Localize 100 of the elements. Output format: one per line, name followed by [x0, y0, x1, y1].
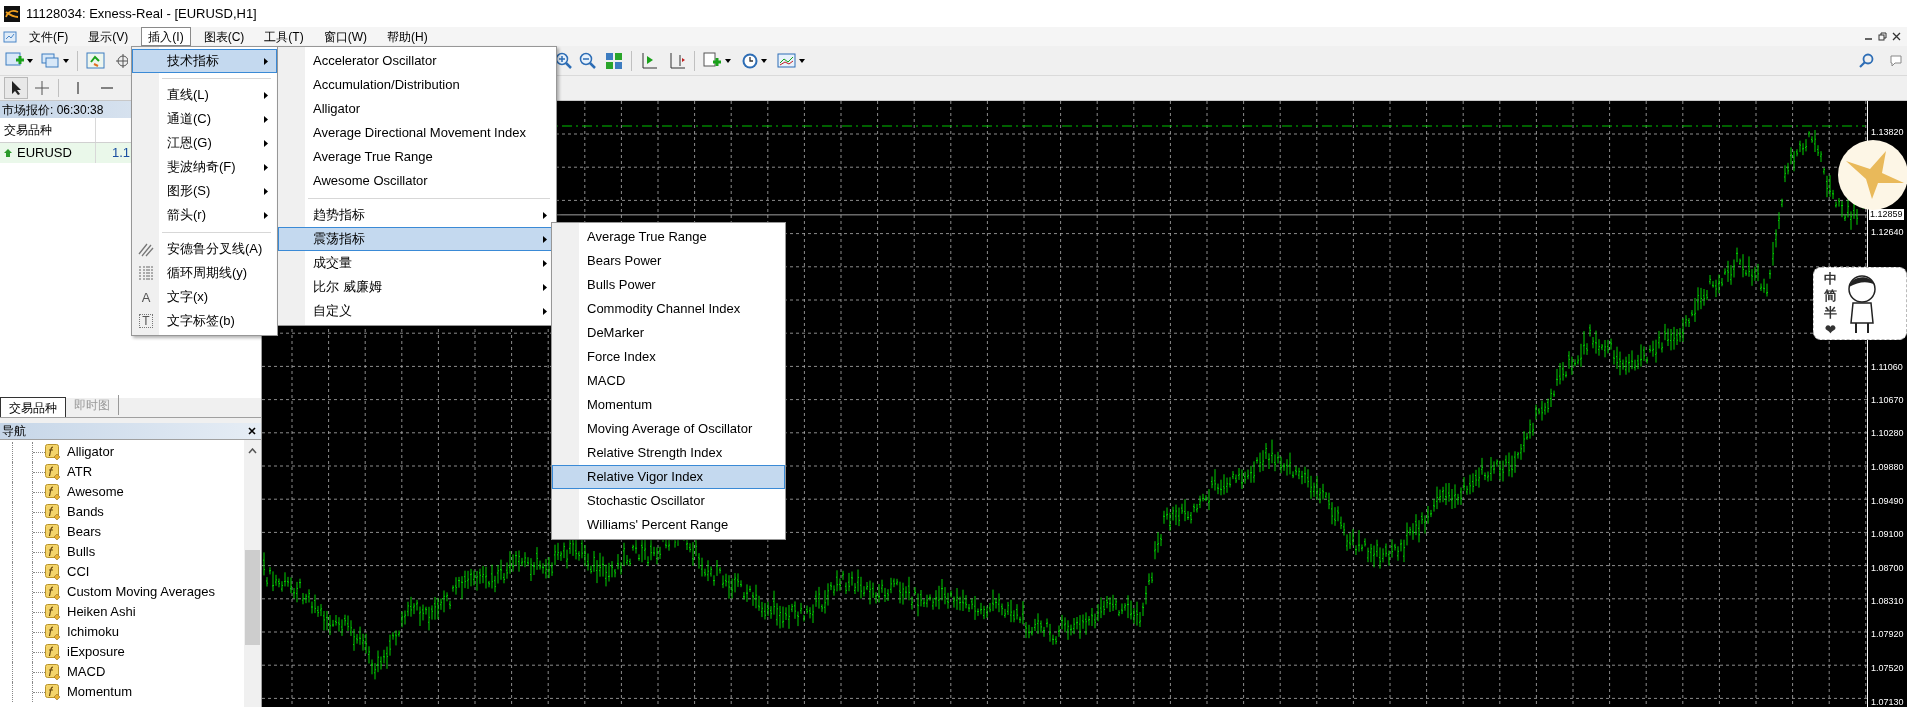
search-icon[interactable] [1859, 52, 1875, 69]
menu-bar-item[interactable]: 帮助(H) [380, 27, 435, 46]
caret-icon[interactable] [761, 58, 767, 63]
function-icon [45, 624, 61, 640]
menu-item[interactable]: 趋势指标 [278, 203, 556, 227]
submenu-arrow-icon [264, 139, 268, 147]
navigator-item[interactable]: Bears [67, 522, 101, 542]
menu-item[interactable]: T 文字标签(b) [132, 309, 277, 333]
menu-item[interactable]: Bears Power [552, 249, 785, 273]
ime-button[interactable]: ❤ [1825, 320, 1836, 338]
caret-icon[interactable] [799, 58, 805, 63]
menu-item[interactable]: Force Index [552, 345, 785, 369]
menu-item[interactable]: Accumulation/Distribution [278, 73, 556, 97]
navigator-item[interactable]: Custom Moving Averages [67, 582, 215, 602]
menu-item[interactable]: DeMarker [552, 321, 785, 345]
menu-item[interactable]: Average True Range [278, 145, 556, 169]
menu-item[interactable]: Momentum [552, 393, 785, 417]
menu-item[interactable]: Commodity Channel Index [552, 297, 785, 321]
menu-bar-item[interactable]: 图表(C) [196, 27, 252, 46]
menu-item[interactable]: Average Directional Movement Index [278, 121, 556, 145]
function-icon [45, 504, 61, 520]
menu-item[interactable]: 循环周期线(y) [132, 261, 277, 285]
chat-icon[interactable] [1889, 52, 1905, 69]
scrollbar[interactable] [244, 440, 261, 707]
menu-item[interactable]: 斐波纳奇(F) [132, 155, 277, 179]
caret-icon[interactable] [27, 58, 33, 63]
function-icon [45, 644, 61, 660]
navigator-item[interactable]: Bulls [67, 542, 96, 562]
templates-icon[interactable] [777, 51, 797, 70]
bird-logo-icon[interactable] [1836, 139, 1907, 211]
menu-item[interactable]: 箭头(r) [132, 203, 277, 227]
close-icon[interactable] [1892, 32, 1901, 41]
menu-item[interactable]: 技术指标 [132, 49, 277, 73]
crosshair-icon[interactable] [114, 51, 128, 70]
panel-title: 市场报价: 06:30:38 [2, 101, 104, 119]
menu-item[interactable]: Alligator [278, 97, 556, 121]
submenu-arrow-icon [264, 115, 268, 123]
ime-button[interactable]: 半 [1824, 303, 1837, 321]
menu-item[interactable]: Bulls Power [552, 273, 785, 297]
navigator-item[interactable]: Bands [67, 502, 104, 522]
menu-bar-item[interactable]: 插入(I) [141, 27, 191, 46]
chart-shift-icon[interactable] [668, 51, 686, 70]
navigator-item[interactable]: Momentum [67, 682, 133, 702]
menu-item[interactable]: Stochastic Oscillator [552, 489, 785, 513]
zoom-out-icon[interactable] [579, 51, 597, 70]
ime-button[interactable]: 中 [1824, 269, 1837, 287]
menu-item[interactable]: Awesome Oscillator [278, 169, 556, 193]
navigator-item[interactable]: Alligator [67, 442, 114, 462]
cursor-icon[interactable] [10, 80, 22, 96]
submenu-arrow-icon [264, 57, 268, 65]
caret-icon[interactable] [725, 58, 731, 63]
navigator-item[interactable]: ATR [67, 462, 93, 482]
menu-item[interactable]: MACD [552, 369, 785, 393]
function-icon [45, 444, 61, 460]
close-icon[interactable] [248, 427, 256, 435]
menu-item[interactable]: 图形(S) [132, 179, 277, 203]
menu-bar-item[interactable]: 窗口(W) [316, 27, 374, 46]
price-axis-label: 1.13820 [1871, 127, 1904, 139]
price-axis-label: 1.10280 [1871, 428, 1904, 440]
vertical-lines-icon [138, 265, 154, 281]
menu-item[interactable]: Relative Strength Index [552, 441, 785, 465]
menu-item[interactable]: 通道(C) [132, 107, 277, 131]
menu-bar-item[interactable]: 显示(V) [81, 27, 136, 46]
scroll-up-icon[interactable] [248, 448, 257, 454]
navigator-item[interactable]: MACD [67, 662, 106, 682]
navigator-item[interactable]: Awesome [67, 482, 124, 502]
menu-item[interactable]: A 文字(x) [132, 285, 277, 309]
menu-item[interactable]: 直线(L) [132, 83, 277, 107]
market-watch-icon[interactable] [86, 51, 106, 70]
menu-item[interactable]: Accelerator Oscillator [278, 49, 556, 73]
auto-scroll-icon[interactable] [640, 51, 658, 70]
caret-icon[interactable] [63, 58, 69, 63]
submenu-arrow-icon [264, 163, 268, 171]
tile-windows-icon[interactable] [605, 51, 623, 70]
panel-tab[interactable]: 交易品种 [0, 397, 66, 417]
function-icon [45, 544, 61, 560]
menu-bar-item[interactable]: 工具(T) [257, 27, 311, 46]
submenu-arrow-icon [264, 211, 268, 219]
navigator-item[interactable]: iExposure [67, 642, 125, 662]
text-tool-icon: A [141, 290, 151, 304]
text-label-icon: T [139, 314, 153, 328]
clock-icon[interactable] [741, 51, 759, 70]
submenu-arrow-icon [543, 235, 547, 243]
menu-bar-item[interactable]: 文件(F) [22, 27, 76, 46]
navigator-item[interactable]: CCI [67, 562, 90, 582]
scroll-thumb[interactable] [245, 550, 260, 645]
menu-item[interactable]: 安德鲁分叉线(A) [132, 237, 277, 261]
restore-icon[interactable] [1878, 32, 1887, 41]
function-icon [45, 524, 61, 540]
navigator-item[interactable]: Ichimoku [67, 622, 120, 642]
navigator-item[interactable]: Heiken Ashi [67, 602, 136, 622]
menu-item[interactable]: Relative Vigor Index [552, 465, 785, 489]
menu-item[interactable]: 江恩(G) [132, 131, 277, 155]
menu-item[interactable]: Moving Average of Oscillator [552, 417, 785, 441]
function-icon [45, 684, 61, 700]
up-arrow-icon [3, 148, 13, 158]
column-header[interactable]: 交易品种 [0, 118, 96, 142]
menu-item[interactable]: Williams' Percent Range [552, 513, 785, 537]
ime-button[interactable]: 简 [1824, 286, 1837, 304]
submenu-arrow-icon [543, 307, 547, 315]
